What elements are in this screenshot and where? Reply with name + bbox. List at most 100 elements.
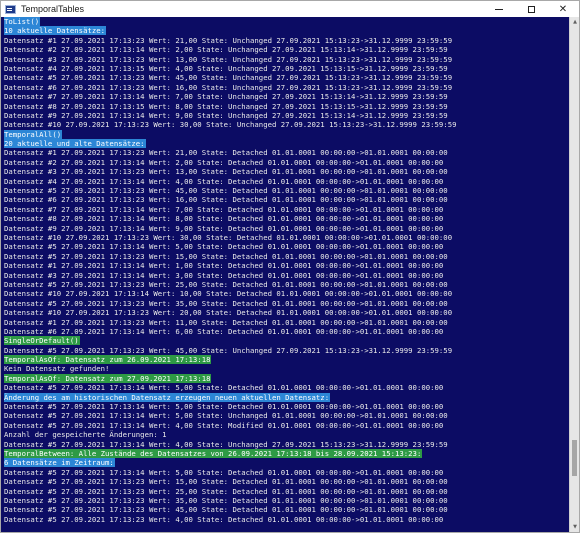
console-line: Datensatz #5 27.09.2021 17:13:14 Wert: 5… [1, 242, 569, 251]
console-line: Datensatz #5 27.09.2021 17:13:14 Wert: 5… [1, 411, 569, 420]
maximize-icon [527, 5, 535, 13]
console-line-text: Anzahl der gespeicherte Änderungen: 1 [4, 430, 167, 440]
console-highlight-line: TemporalAsOf: Datensatz zum 27.09.2021 1… [1, 373, 569, 383]
console-line-text: Datensatz #5 27.09.2021 17:13:14 Wert: 4… [4, 439, 448, 449]
console-line-text: Datensatz #9 27.09.2021 17:13:14 Wert: 9… [4, 110, 448, 120]
console-output-area[interactable]: ToList() 10 aktuelle Datensätze: Datensatz… [1, 17, 579, 532]
console-line-text: TemporalAsOf: Datensatz zum 27.09.2021 1… [4, 373, 212, 383]
scrollbar-thumb[interactable] [572, 440, 577, 476]
window-controls: ✕ [483, 1, 579, 17]
console-line: Datensatz #5 27.09.2021 17:13:23 Wert: 4… [1, 186, 569, 195]
console-line: Datensatz #6 27.09.2021 17:13:23 Wert: 1… [1, 83, 569, 92]
console-line: Datensatz #5 27.09.2021 17:13:23 Wert: 2… [1, 487, 569, 496]
console-line: Datensatz #3 27.09.2021 17:13:23 Wert: 1… [1, 55, 569, 64]
console-line-text: TemporalAll() [4, 129, 63, 139]
console-highlight-line: TemporalAll() [1, 129, 569, 139]
minimize-icon [495, 8, 503, 10]
console-line: Datensatz #6 27.09.2021 17:13:14 Wert: 6… [1, 327, 569, 336]
console-line-text: Datensatz #5 27.09.2021 17:13:14 Wert: 5… [4, 402, 444, 412]
close-button[interactable]: ✕ [547, 1, 579, 17]
console-line-text: Datensatz #5 27.09.2021 17:13:23 Wert: 2… [4, 486, 448, 496]
console-line: Datensatz #9 27.09.2021 17:13:14 Wert: 9… [1, 111, 569, 120]
console-line: Datensatz #8 27.09.2021 17:13:15 Wert: 8… [1, 102, 569, 111]
console-line: Kein Datensatz gefunden! [1, 364, 569, 373]
console-line-text: TemporalAsOf: Datensatz zum 26.09.2021 1… [4, 355, 212, 365]
console-line: Datensatz #5 27.09.2021 17:13:14 Wert: 4… [1, 440, 569, 449]
maximize-button[interactable] [515, 1, 547, 17]
console-line-text: Datensatz #5 27.09.2021 17:13:23 Wert: 1… [4, 251, 448, 261]
console-highlight-line: 6 Datensätze im Zeitraum: [1, 458, 569, 468]
window-title: TemporalTables [21, 4, 85, 14]
console-line-text: Datensatz #1 27.09.2021 17:13:23 Wert: 2… [4, 35, 453, 45]
console-line-text: Datensatz #5 27.09.2021 17:13:14 Wert: 5… [4, 467, 444, 477]
console-line: Datensatz #2 27.09.2021 17:13:14 Wert: 2… [1, 158, 569, 167]
console-highlight-line: TemporalAsOf: Datensatz zum 26.09.2021 1… [1, 355, 569, 365]
console-highlight-line: 10 aktuelle Datensätze: [1, 26, 569, 36]
console-line: Datensatz #10 27.09.2021 17:13:23 Wert: … [1, 120, 569, 129]
console-line-text: Datensatz #5 27.09.2021 17:13:14 Wert: 5… [4, 242, 444, 252]
console-line-text: 20 aktuelle und alte Datensätze: [4, 139, 146, 149]
minimize-button[interactable] [483, 1, 515, 17]
console-line: Datensatz #1 27.09.2021 17:13:14 Wert: 1… [1, 261, 569, 270]
console-line-text: Datensatz #10 27.09.2021 17:13:23 Wert: … [4, 120, 457, 130]
console-line: Datensatz #9 27.09.2021 17:13:14 Wert: 9… [1, 224, 569, 233]
console-line-text: Datensatz #5 27.09.2021 17:13:23 Wert: 3… [4, 495, 448, 505]
console-line-text: Datensatz #3 27.09.2021 17:13:23 Wert: 1… [4, 54, 453, 64]
scroll-down-arrow-icon[interactable]: ▼ [570, 522, 579, 532]
console-line-text: Datensatz #8 27.09.2021 17:13:14 Wert: 8… [4, 214, 444, 224]
console-line: Datensatz #5 27.09.2021 17:13:23 Wert: 2… [1, 280, 569, 289]
console-line-text: Datensatz #5 27.09.2021 17:13:23 Wert: 4… [4, 186, 448, 196]
console-line: Datensatz #3 27.09.2021 17:13:23 Wert: 1… [1, 167, 569, 176]
console-line: Datensatz #5 27.09.2021 17:13:14 Wert: 5… [1, 383, 569, 392]
console-line: Datensatz #5 27.09.2021 17:13:14 Wert: 5… [1, 468, 569, 477]
console-line-text: Datensatz #10 27.09.2021 17:13:23 Wert: … [4, 232, 453, 242]
console-line: Datensatz #5 27.09.2021 17:13:14 Wert: 4… [1, 421, 569, 430]
vertical-scrollbar[interactable]: ▲ ▼ [569, 17, 579, 532]
console-line-text: Datensatz #6 27.09.2021 17:13:23 Wert: 1… [4, 82, 453, 92]
console-line-text: Datensatz #3 27.09.2021 17:13:14 Wert: 3… [4, 270, 444, 280]
console-line-text: Datensatz #1 27.09.2021 17:13:23 Wert: 2… [4, 148, 448, 158]
console-highlight-line: Änderung des am historischen Datensatz e… [1, 392, 569, 402]
console-line-text: Datensatz #5 27.09.2021 17:13:14 Wert: 5… [4, 383, 444, 393]
console-highlight-line: 20 aktuelle und alte Datensätze: [1, 139, 569, 149]
console-line-text: Datensatz #2 27.09.2021 17:13:14 Wert: 2… [4, 157, 444, 167]
console-line: Datensatz #10 27.09.2021 17:13:23 Wert: … [1, 308, 569, 317]
console-lines: ToList() 10 aktuelle Datensätze: Datensatz… [1, 17, 569, 524]
console-line-text: Datensatz #6 27.09.2021 17:13:23 Wert: 1… [4, 195, 448, 205]
console-line: Datensatz #7 27.09.2021 17:13:14 Wert: 7… [1, 92, 569, 101]
console-line-text: Datensatz #10 27.09.2021 17:13:14 Wert: … [4, 289, 453, 299]
console-line-text: Datensatz #5 27.09.2021 17:13:23 Wert: 4… [4, 505, 448, 515]
console-line: Datensatz #5 27.09.2021 17:13:23 Wert: 1… [1, 252, 569, 261]
console-line: Datensatz #4 27.09.2021 17:13:15 Wert: 4… [1, 64, 569, 73]
console-line-text: 6 Datensätze im Zeitraum: [4, 458, 115, 468]
scroll-up-arrow-icon[interactable]: ▲ [570, 17, 579, 27]
console-line-text: Datensatz #5 27.09.2021 17:13:23 Wert: 4… [4, 514, 444, 524]
console-line-text: 10 aktuelle Datensätze: [4, 26, 107, 36]
console-line: Datensatz #6 27.09.2021 17:13:23 Wert: 1… [1, 195, 569, 204]
close-icon: ✕ [558, 3, 568, 15]
console-line-text: Datensatz #2 27.09.2021 17:13:14 Wert: 2… [4, 45, 448, 55]
console-line: Datensatz #8 27.09.2021 17:13:14 Wert: 8… [1, 214, 569, 223]
console-window: TemporalTables ✕ ToList() 10 aktuelle Dat… [0, 0, 580, 533]
console-line-text: Datensatz #4 27.09.2021 17:13:14 Wert: 4… [4, 176, 444, 186]
console-line: Datensatz #5 27.09.2021 17:13:23 Wert: 4… [1, 515, 569, 524]
console-app-icon[interactable] [5, 4, 16, 14]
console-line: Datensatz #5 27.09.2021 17:13:23 Wert: 4… [1, 73, 569, 82]
console-highlight-line: SingleOrDefault() [1, 336, 569, 346]
console-line-text: ToList() [4, 17, 41, 26]
console-line: Datensatz #5 27.09.2021 17:13:23 Wert: 4… [1, 505, 569, 514]
console-line: Datensatz #5 27.09.2021 17:13:23 Wert: 3… [1, 299, 569, 308]
console-highlight-line: ToList() [1, 17, 569, 26]
console-line: Datensatz #5 27.09.2021 17:13:23 Wert: 1… [1, 477, 569, 486]
title-bar[interactable]: TemporalTables ✕ [1, 1, 579, 17]
console-line: Datensatz #1 27.09.2021 17:13:23 Wert: 1… [1, 318, 569, 327]
console-line-text: Datensatz #6 27.09.2021 17:13:14 Wert: 6… [4, 326, 444, 336]
console-line: Datensatz #2 27.09.2021 17:13:14 Wert: 2… [1, 45, 569, 54]
console-line-text: Datensatz #5 27.09.2021 17:13:23 Wert: 3… [4, 298, 448, 308]
console-line-text: Datensatz #7 27.09.2021 17:13:14 Wert: 7… [4, 204, 444, 214]
console-line-text: Datensatz #5 27.09.2021 17:13:23 Wert: 2… [4, 279, 448, 289]
console-line-text: TemporalBetween: Alle Zustände des Daten… [4, 448, 423, 458]
console-line-text: Datensatz #5 27.09.2021 17:13:23 Wert: 1… [4, 477, 448, 487]
console-line-text: Datensatz #5 27.09.2021 17:13:23 Wert: 4… [4, 345, 453, 355]
console-line: Datensatz #4 27.09.2021 17:13:14 Wert: 4… [1, 177, 569, 186]
